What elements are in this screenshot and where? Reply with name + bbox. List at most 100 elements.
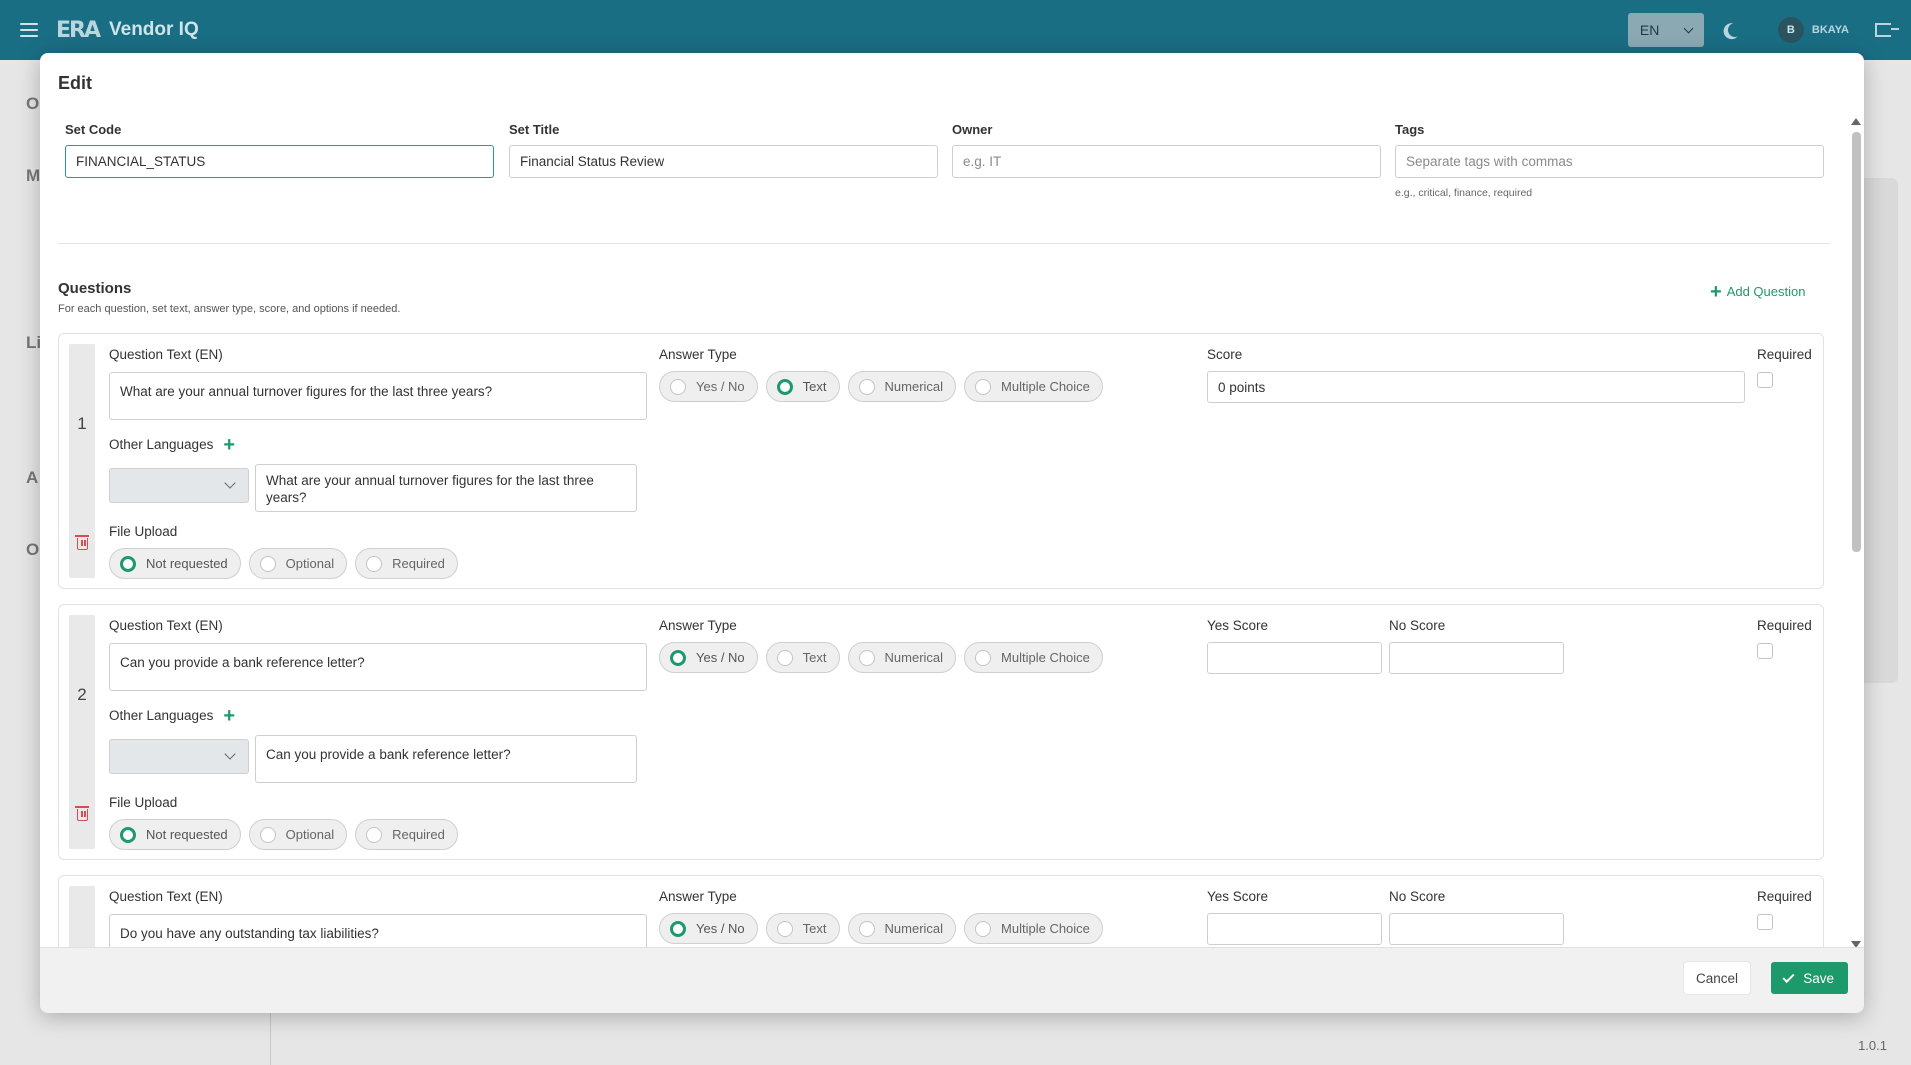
file-upload-label: File Upload — [109, 524, 178, 539]
question-text-input[interactable]: What are your annual turnover figures fo… — [109, 372, 647, 420]
answer-type-label: Answer Type — [659, 347, 737, 362]
scroll-thumb[interactable] — [1852, 132, 1861, 552]
modal-title: Edit — [58, 73, 92, 93]
radio-icon — [776, 920, 793, 937]
radio-icon — [776, 378, 793, 395]
option-label: Optional — [285, 827, 335, 842]
file-upload-optional[interactable]: Optional — [248, 819, 348, 850]
question-card: 2 Question Text (EN) Can you provide a b… — [58, 604, 1824, 860]
language-select[interactable]: EN — [1627, 13, 1704, 47]
language-dropdown[interactable] — [109, 739, 249, 774]
answer-type-numerical[interactable]: Numerical — [847, 371, 957, 402]
set-title-input[interactable] — [509, 145, 938, 178]
moon-icon[interactable] — [1726, 21, 1743, 38]
answer-type-label: Answer Type — [659, 889, 737, 904]
user-menu[interactable]: B BKAYA — [1777, 17, 1849, 43]
radio-icon — [670, 378, 686, 395]
answer-type-options: Yes / No Text Numerical Multiple Choice — [659, 913, 1103, 944]
no-score-input[interactable] — [1389, 642, 1564, 674]
answer-type-multiple-choice[interactable]: Multiple Choice — [964, 642, 1103, 673]
logout-icon[interactable] — [1875, 23, 1899, 37]
question-handle[interactable]: 1 — [69, 344, 95, 578]
chevron-down-icon — [224, 477, 236, 489]
translation-text-input[interactable]: Can you provide a bank reference letter? — [255, 735, 637, 783]
option-label: Yes / No — [696, 379, 745, 394]
question-number: 1 — [77, 414, 87, 433]
score-input[interactable] — [1207, 371, 1745, 403]
option-label: Required — [392, 827, 445, 842]
required-checkbox[interactable] — [1757, 914, 1773, 930]
other-languages-row: Other Languages + — [109, 435, 235, 455]
question-card: 1 Question Text (EN) What are your annua… — [58, 333, 1824, 589]
background-divider — [270, 1012, 271, 1065]
questions-title: Questions — [58, 280, 132, 297]
radio-icon — [259, 555, 276, 572]
save-button[interactable]: Save — [1771, 962, 1848, 994]
answer-type-yes-no[interactable]: Yes / No — [659, 371, 758, 402]
file-upload-required[interactable]: Required — [355, 819, 458, 850]
answer-type-text[interactable]: Text — [765, 371, 840, 402]
radio-icon — [259, 826, 276, 843]
answer-type-options: Yes / No Text Numerical Multiple Choice — [659, 642, 1103, 673]
scroll-up-arrow-icon[interactable] — [1851, 118, 1861, 125]
option-label: Multiple Choice — [1001, 379, 1090, 394]
answer-type-yes-no[interactable]: Yes / No — [659, 913, 758, 944]
tags-label: Tags — [1395, 122, 1425, 137]
question-text-label: Question Text (EN) — [109, 347, 223, 362]
answer-type-multiple-choice[interactable]: Multiple Choice — [964, 371, 1103, 402]
answer-type-text[interactable]: Text — [765, 642, 840, 673]
add-language-plus-icon[interactable]: + — [223, 706, 235, 726]
question-handle[interactable]: 2 — [69, 615, 95, 849]
modal-footer: Cancel Save — [40, 947, 1864, 1013]
modal-body: Edit Set Code Set Title Owner Tags e.g.,… — [40, 53, 1864, 1013]
answer-type-numerical[interactable]: Numerical — [847, 913, 957, 944]
language-dropdown[interactable] — [109, 468, 249, 503]
option-label: Not requested — [146, 827, 228, 842]
answer-type-multiple-choice[interactable]: Multiple Choice — [964, 913, 1103, 944]
language-value: EN — [1639, 22, 1660, 38]
yes-score-label: Yes Score — [1207, 889, 1269, 904]
question-text-label: Question Text (EN) — [109, 889, 223, 904]
option-label: Numerical — [884, 379, 944, 394]
trash-icon[interactable] — [75, 806, 89, 821]
background-nav-text: O — [26, 94, 40, 113]
file-upload-required[interactable]: Required — [355, 548, 458, 579]
other-languages-row: Other Languages + — [109, 706, 235, 726]
file-upload-not-requested[interactable]: Not requested — [109, 548, 241, 579]
required-label: Required — [1757, 347, 1812, 362]
owner-input[interactable] — [952, 145, 1381, 178]
cancel-button[interactable]: Cancel — [1683, 962, 1750, 994]
translation-text-input[interactable]: What are your annual turnover figures fo… — [255, 464, 637, 512]
trash-icon[interactable] — [75, 535, 89, 550]
required-checkbox[interactable] — [1757, 643, 1773, 659]
option-label: Text — [802, 921, 827, 936]
add-language-plus-icon[interactable]: + — [223, 435, 235, 455]
background-nav-text: O — [26, 540, 40, 559]
check-icon — [1782, 970, 1795, 983]
no-score-input[interactable] — [1389, 913, 1564, 945]
file-upload-not-requested[interactable]: Not requested — [109, 819, 241, 850]
file-upload-optional[interactable]: Optional — [248, 548, 348, 579]
modal-scrollbar[interactable] — [1850, 118, 1862, 948]
app-title: Vendor IQ — [109, 19, 199, 40]
answer-type-numerical[interactable]: Numerical — [847, 642, 957, 673]
set-code-input[interactable] — [65, 145, 494, 178]
file-upload-options: Not requested Optional Required — [109, 548, 458, 579]
option-label: Multiple Choice — [1001, 650, 1090, 665]
radio-icon — [776, 649, 793, 666]
option-label: Not requested — [146, 556, 228, 571]
no-score-label: No Score — [1389, 618, 1446, 633]
chevron-down-icon — [224, 748, 236, 760]
yes-score-input[interactable] — [1207, 642, 1382, 674]
radio-icon — [975, 649, 992, 666]
radio-icon — [366, 555, 383, 572]
add-question-button[interactable]: + Add Question — [1710, 282, 1805, 302]
avatar: B — [1777, 17, 1804, 43]
answer-type-yes-no[interactable]: Yes / No — [659, 642, 758, 673]
yes-score-input[interactable] — [1207, 913, 1382, 945]
answer-type-text[interactable]: Text — [765, 913, 840, 944]
required-checkbox[interactable] — [1757, 372, 1773, 388]
menu-icon[interactable] — [20, 23, 38, 37]
tags-input[interactable] — [1395, 145, 1824, 178]
question-text-input[interactable]: Can you provide a bank reference letter? — [109, 643, 647, 691]
